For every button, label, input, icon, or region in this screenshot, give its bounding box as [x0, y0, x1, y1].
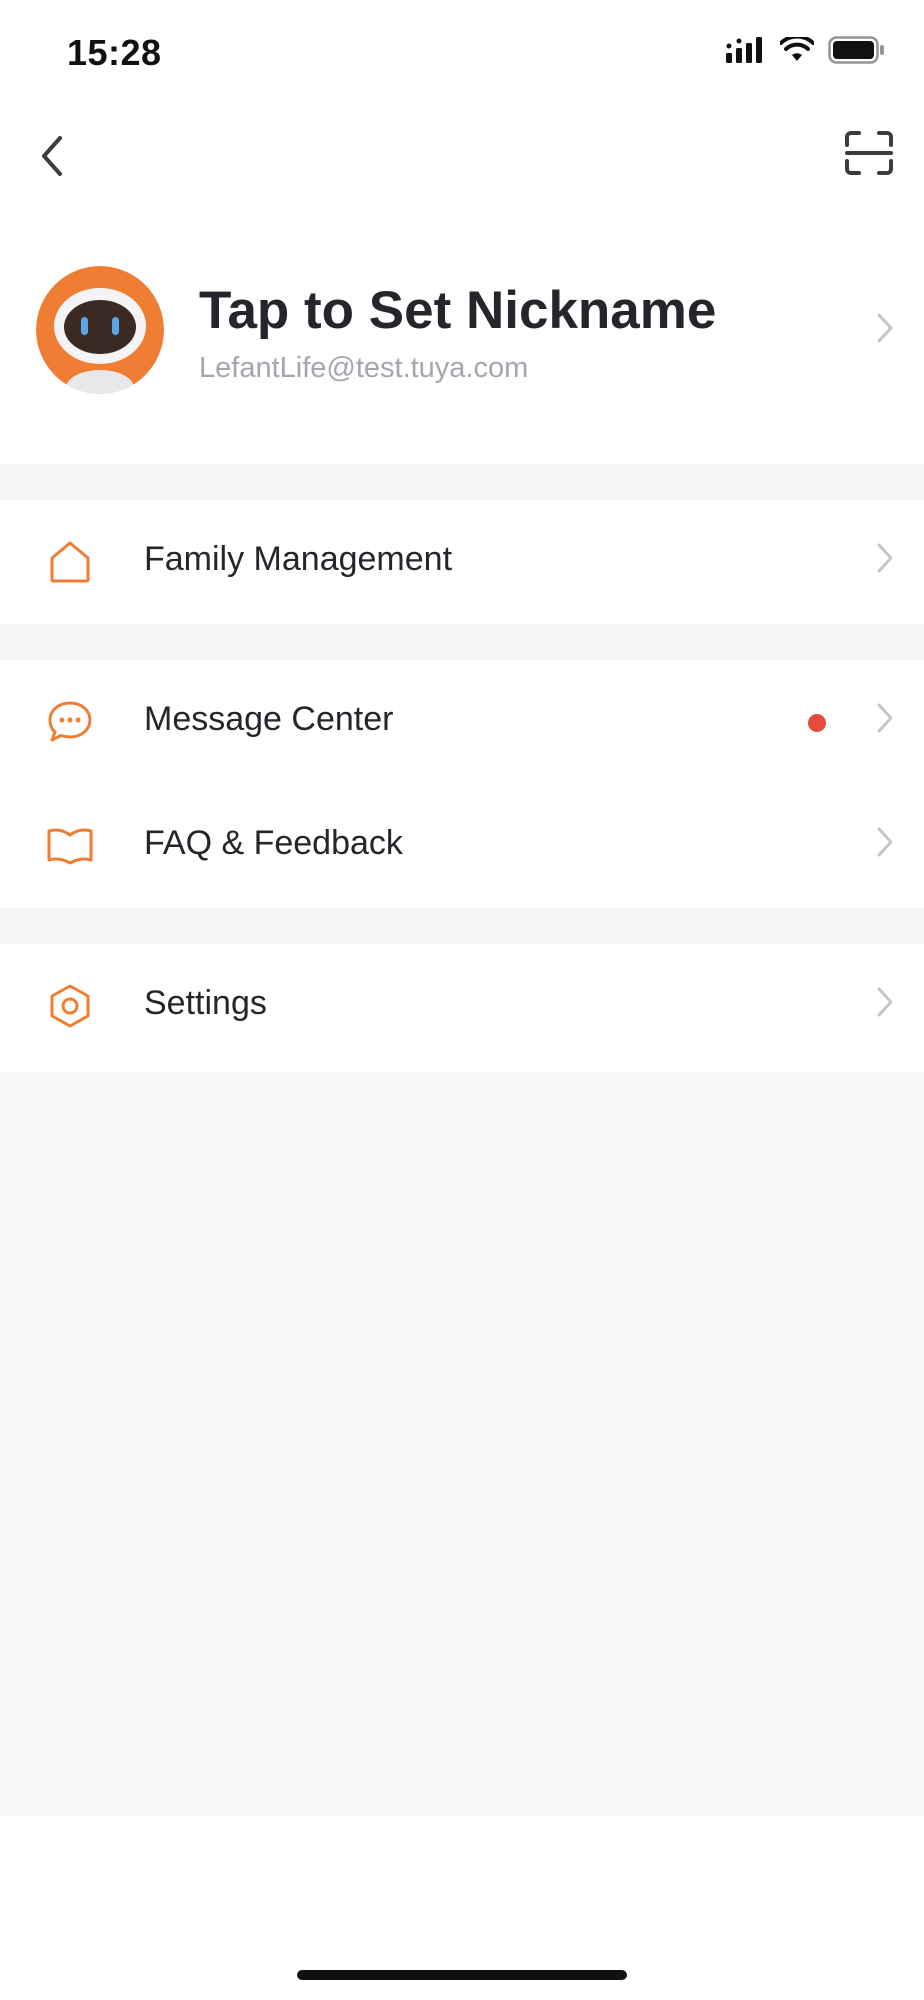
- home-icon: [46, 538, 94, 586]
- status-icons: [726, 34, 886, 69]
- nav-bar: [0, 110, 924, 230]
- home-indicator[interactable]: [297, 1970, 627, 1980]
- menu-item-message-center[interactable]: Message Center: [0, 660, 924, 784]
- chevron-left-icon: [38, 134, 66, 183]
- scan-icon: [845, 130, 893, 180]
- chevron-right-icon: [876, 312, 894, 349]
- robot-avatar-icon: [36, 266, 164, 394]
- nickname[interactable]: Tap to Set Nickname: [199, 280, 716, 341]
- hexagon-gear-icon: [46, 982, 94, 1030]
- wifi-icon: [779, 34, 815, 68]
- book-icon: [46, 822, 94, 870]
- menu-item-family-management[interactable]: Family Management: [0, 500, 924, 624]
- battery-icon: [828, 36, 886, 69]
- section-separator: [0, 908, 924, 944]
- unread-badge: [808, 714, 826, 732]
- back-button[interactable]: [24, 126, 80, 190]
- chat-bubble-icon: [46, 698, 94, 746]
- section-separator: [0, 624, 924, 660]
- menu-item-faq-feedback[interactable]: FAQ & Feedback: [0, 784, 924, 908]
- menu-item-settings[interactable]: Settings: [0, 944, 924, 1068]
- chevron-right-icon: [876, 702, 894, 739]
- section-separator: [0, 464, 924, 500]
- scan-button[interactable]: [838, 124, 900, 186]
- chevron-right-icon: [876, 986, 894, 1023]
- empty-background-area: [0, 1072, 924, 1816]
- status-time: 15:28: [67, 32, 162, 73]
- profile-card[interactable]: Tap to Set Nickname LefantLife@test.tuya…: [0, 230, 924, 462]
- menu-item-label: Settings: [144, 984, 267, 1022]
- chevron-right-icon: [876, 826, 894, 863]
- menu-item-label: Message Center: [144, 700, 394, 738]
- status-bar: 15:28: [0, 0, 924, 110]
- menu-item-label: Family Management: [144, 540, 453, 578]
- account-email: LefantLife@test.tuya.com: [199, 352, 529, 384]
- chevron-right-icon: [876, 542, 894, 579]
- avatar[interactable]: [36, 266, 164, 394]
- cellular-signal-icon: [726, 37, 766, 68]
- menu-item-label: FAQ & Feedback: [144, 824, 403, 862]
